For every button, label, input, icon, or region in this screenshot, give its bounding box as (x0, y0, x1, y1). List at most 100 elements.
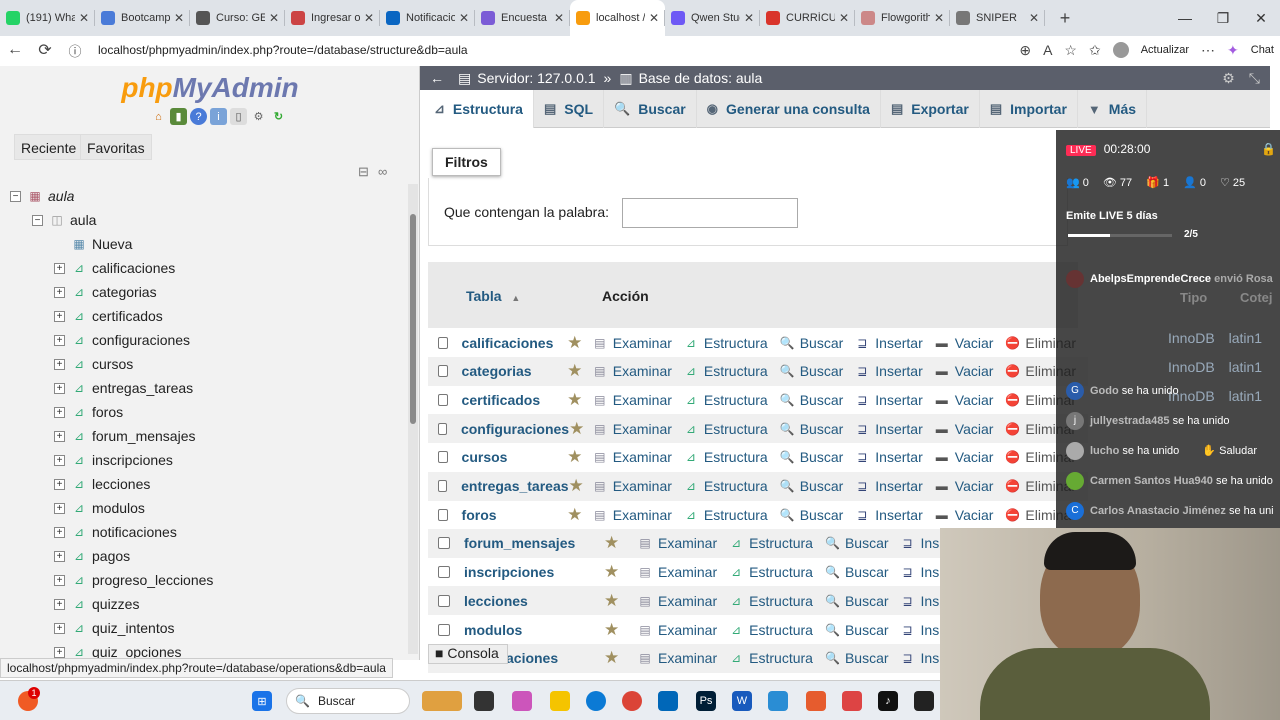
action-examinar[interactable]: ▤ Examinar (638, 650, 717, 666)
task-view-icon[interactable] (474, 691, 494, 711)
settings-gear-icon[interactable]: ⚙ (1222, 70, 1235, 87)
copilot-taskbar-icon[interactable] (512, 691, 532, 711)
favorite-star-icon[interactable]: ★ (604, 562, 638, 582)
menu-tab[interactable]: ◉ Generar una consulta (697, 90, 881, 128)
copilot-icon[interactable]: ✦ (1227, 42, 1239, 59)
close-tab-icon[interactable]: ✕ (744, 11, 754, 25)
tree-item[interactable]: + ⊿ categorias (10, 280, 405, 304)
help-icon[interactable]: ? (190, 108, 207, 125)
table-name-link[interactable]: foros (462, 507, 568, 523)
action-insertar[interactable]: ⊒ Insertar (855, 507, 923, 523)
close-tab-icon[interactable]: ✕ (839, 11, 849, 25)
expand-icon[interactable]: + (54, 334, 65, 346)
browser-tab[interactable]: Ingresar o ✕ (285, 0, 380, 36)
browser-tab[interactable]: Notificacio ✕ (380, 0, 475, 36)
table-name-link[interactable]: calificaciones (462, 335, 568, 351)
close-tab-icon[interactable]: ✕ (1029, 11, 1039, 25)
favorite-star-icon[interactable]: ★ (604, 648, 638, 668)
action-estructura[interactable]: ⊿ Estructura (729, 593, 813, 609)
tree-item[interactable]: + ⊿ progreso_lecciones (10, 568, 405, 592)
header-table[interactable]: Tabla ▲ (466, 288, 520, 304)
expand-icon[interactable]: + (54, 502, 65, 514)
app-icon[interactable] (842, 691, 862, 711)
action-examinar[interactable]: ▤ Examinar (593, 507, 672, 523)
action-estructura[interactable]: ⊿ Estructura (729, 564, 813, 580)
close-tab-icon[interactable]: ✕ (364, 11, 374, 25)
favorite-star-icon[interactable]: ★ (569, 419, 593, 439)
tree-item[interactable]: + ⊿ cursos (10, 352, 405, 376)
tree-item[interactable]: − ◫ aula (10, 208, 405, 232)
expand-icon[interactable]: + (54, 550, 65, 562)
edge-icon[interactable] (586, 691, 606, 711)
more-icon[interactable]: ⋯ (1201, 42, 1215, 59)
favorite-star-icon[interactable]: ★ (604, 620, 638, 640)
table-name-link[interactable]: modulos (464, 622, 604, 638)
action-insertar[interactable]: ⊒ Insertar (855, 392, 923, 408)
start-icon[interactable]: ⊞ (252, 691, 272, 711)
menu-tab[interactable]: ⊿ Estructura (424, 90, 534, 128)
store-icon[interactable] (658, 691, 678, 711)
table-name-link[interactable]: forum_mensajes (464, 535, 604, 551)
tab-favorites[interactable]: Favoritas (80, 134, 152, 160)
favorite-star-icon[interactable]: ★ (567, 505, 593, 525)
row-checkbox[interactable] (438, 365, 448, 378)
close-window-icon[interactable]: ✕ (1242, 10, 1280, 27)
word-icon[interactable]: W (732, 691, 752, 711)
taskbar-search[interactable]: 🔍 Buscar (286, 688, 410, 714)
tree-item[interactable]: + ⊿ pagos (10, 544, 405, 568)
action-buscar[interactable]: 🔍 Buscar (825, 593, 889, 609)
action-estructura[interactable]: ⊿ Estructura (684, 363, 768, 379)
reload-nav-icon[interactable]: ↻ (270, 108, 287, 125)
food-widget-icon[interactable] (422, 691, 462, 711)
action-buscar[interactable]: 🔍 Buscar (780, 449, 844, 465)
browser-tab[interactable]: Flowgorith ✕ (855, 0, 950, 36)
action-insertar[interactable]: ⊒ Ins (901, 564, 940, 580)
tree-item[interactable]: + ⊿ calificaciones (10, 256, 405, 280)
action-vaciar[interactable]: ▬ Vaciar (935, 335, 994, 351)
row-checkbox[interactable] (438, 537, 450, 550)
menu-tab[interactable]: ▤ SQL (534, 90, 605, 128)
favorite-star-icon[interactable]: ★ (604, 591, 638, 611)
xampp-icon[interactable] (806, 691, 826, 711)
action-insertar[interactable]: ⊒ Insertar (855, 478, 923, 494)
action-insertar[interactable]: ⊒ Insertar (855, 335, 923, 351)
table-name-link[interactable]: entregas_tareas (461, 478, 568, 494)
row-checkbox[interactable] (438, 508, 448, 521)
action-insertar[interactable]: ⊒ Insertar (855, 449, 923, 465)
favorite-star-icon[interactable]: ★ (567, 333, 593, 353)
chrome-icon[interactable] (622, 691, 642, 711)
close-tab-icon[interactable]: ✕ (554, 11, 564, 25)
tree-item[interactable]: + ⊿ modulos (10, 496, 405, 520)
action-insertar[interactable]: ⊒ Ins (901, 593, 940, 609)
expand-icon[interactable]: + (54, 598, 65, 610)
action-buscar[interactable]: 🔍 Buscar (780, 392, 844, 408)
browser-tab[interactable]: Bootcamp ✕ (95, 0, 190, 36)
action-vaciar[interactable]: ▬ Vaciar (935, 363, 994, 379)
tree-item[interactable]: + ⊿ configuraciones (10, 328, 405, 352)
favorite-star-icon[interactable]: ★ (567, 390, 593, 410)
menu-tab[interactable]: ▤ Exportar (881, 90, 980, 128)
tree-item[interactable]: + ⊿ entregas_tareas (10, 376, 405, 400)
browser-tab[interactable]: Qwen Studi ✕ (665, 0, 760, 36)
tree-item[interactable]: + ⊿ foros (10, 400, 405, 424)
expand-icon[interactable]: + (54, 262, 65, 274)
tree-item[interactable]: − ▦ aula (10, 184, 405, 208)
action-vaciar[interactable]: ▬ Vaciar (935, 507, 994, 523)
action-examinar[interactable]: ▤ Examinar (593, 449, 672, 465)
collapse-arrow-icon[interactable]: ← (430, 70, 444, 86)
action-estructura[interactable]: ⊿ Estructura (684, 507, 768, 523)
favorite-star-icon[interactable]: ★ (604, 533, 638, 553)
action-examinar[interactable]: ▤ Examinar (638, 564, 717, 580)
action-buscar[interactable]: 🔍 Buscar (780, 421, 844, 437)
reload-icon[interactable]: ⟳ (30, 40, 60, 60)
docs-icon[interactable]: i (210, 108, 227, 125)
expand-icon[interactable]: + (54, 478, 65, 490)
action-estructura[interactable]: ⊿ Estructura (684, 335, 768, 351)
file-explorer-icon[interactable] (550, 691, 570, 711)
row-checkbox[interactable] (438, 623, 450, 636)
expand-icon[interactable]: + (54, 526, 65, 538)
close-tab-icon[interactable]: ✕ (174, 11, 184, 25)
action-insertar[interactable]: ⊒ Ins (901, 535, 940, 551)
back-icon[interactable]: ← (0, 41, 30, 59)
action-examinar[interactable]: ▤ Examinar (593, 421, 672, 437)
